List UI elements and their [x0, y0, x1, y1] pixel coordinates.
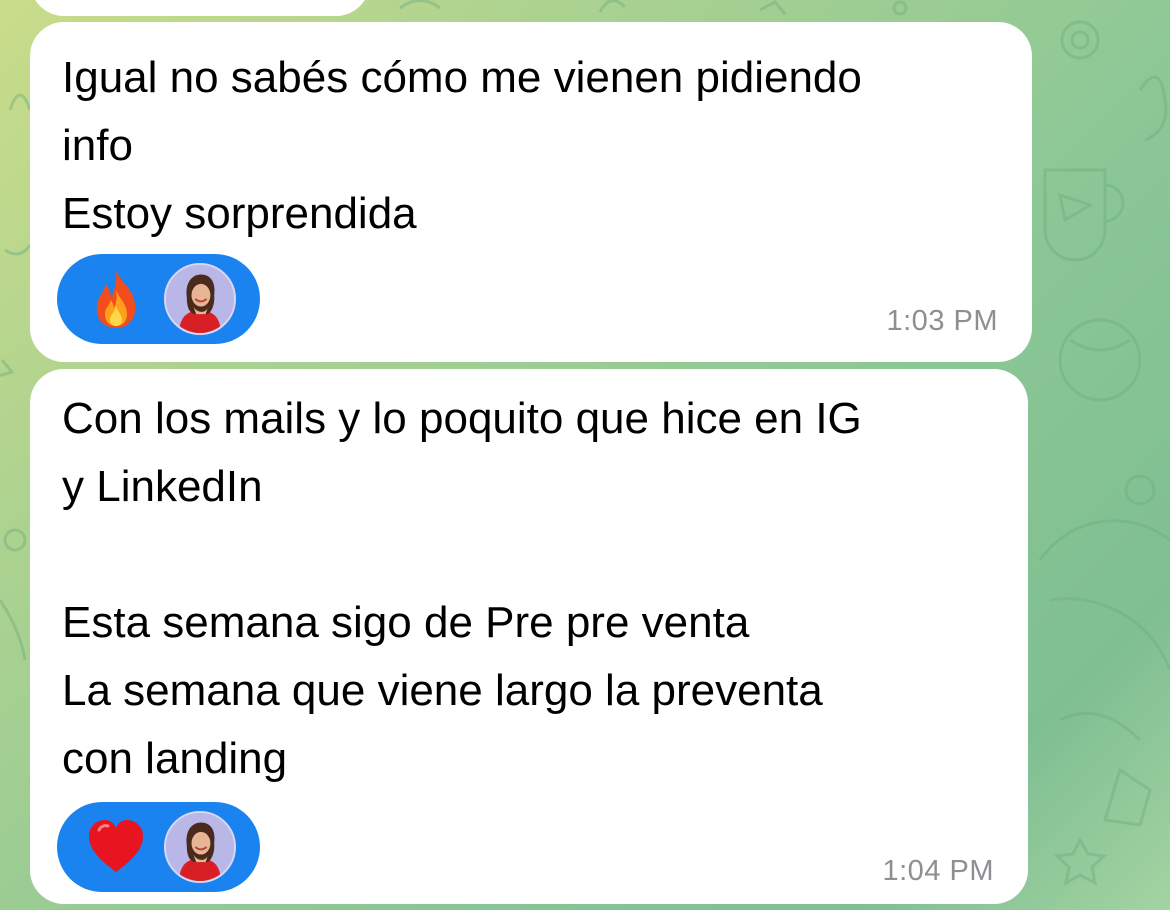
message-text: Con los mails y lo poquito que hice en I… — [62, 394, 862, 783]
heart-icon — [89, 820, 143, 872]
avatar — [164, 263, 236, 335]
reaction-button[interactable] — [57, 802, 260, 892]
fire-icon — [96, 270, 136, 328]
avatar — [164, 811, 236, 883]
message-text: Igual no sabés cómo me vienen pidiendo i… — [62, 53, 862, 238]
message-bubble[interactable]: Igual no sabés cómo me vienen pidiendo i… — [30, 22, 1032, 362]
message-timestamp: 1:04 PM — [882, 855, 994, 887]
message-timestamp: 1:03 PM — [886, 305, 998, 337]
message-bubble[interactable]: Con los mails y lo poquito que hice en I… — [30, 369, 1028, 904]
reaction-button[interactable] — [57, 254, 260, 344]
previous-message-bubble — [30, 0, 370, 16]
